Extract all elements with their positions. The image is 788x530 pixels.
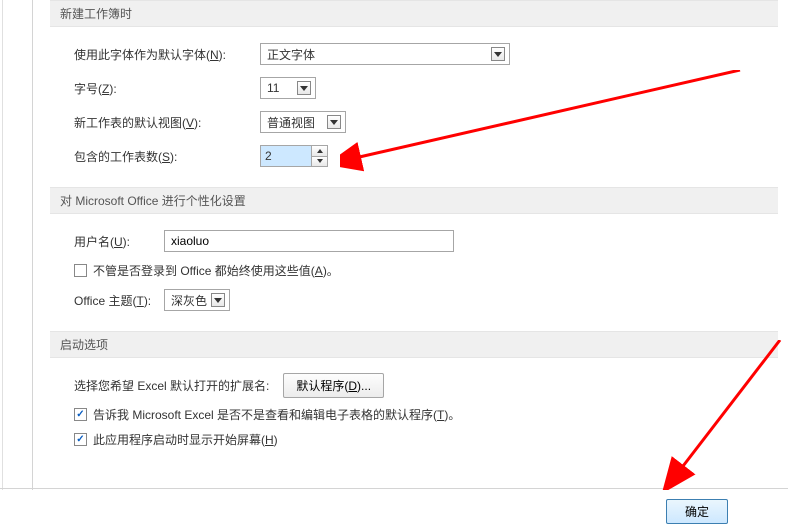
ok-button[interactable]: 确定 bbox=[666, 499, 728, 524]
left-divider bbox=[2, 0, 3, 490]
row-show-start: ✓ 此应用程序启动时显示开始屏幕(H) bbox=[74, 431, 754, 448]
label-show-start: 此应用程序启动时显示开始屏幕(H) bbox=[93, 431, 278, 448]
button-default-programs[interactable]: 默认程序(D)... bbox=[283, 373, 384, 398]
select-default-font[interactable]: 正文字体 bbox=[260, 43, 510, 65]
spinner-sheet-count[interactable]: 2 bbox=[260, 145, 328, 167]
row-default-view: 新工作表的默认视图(V): 普通视图 bbox=[74, 109, 754, 135]
spinner-buttons bbox=[311, 146, 327, 166]
row-default-font: 使用此字体作为默认字体(N): 正文字体 bbox=[74, 41, 754, 67]
spinner-down[interactable] bbox=[312, 157, 327, 167]
checkbox-tell-me[interactable]: ✓ bbox=[74, 408, 87, 421]
label-extensions: 选择您希望 Excel 默认打开的扩展名: bbox=[74, 377, 269, 394]
dropdown-icon bbox=[297, 81, 311, 95]
row-username: 用户名(U): bbox=[74, 228, 754, 254]
dropdown-icon bbox=[327, 115, 341, 129]
section-header-new-workbook: 新建工作簿时 bbox=[50, 0, 778, 27]
select-value: 11 bbox=[267, 81, 279, 95]
section-body-new-workbook: 使用此字体作为默认字体(N): 正文字体 字号(Z): 11 新工作表的默认视图… bbox=[50, 27, 778, 187]
label-always-use: 不管是否登录到 Office 都始终使用这些值(A)。 bbox=[93, 262, 339, 279]
label-theme: Office 主题(T): bbox=[74, 292, 164, 309]
section-header-startup: 启动选项 bbox=[50, 331, 778, 358]
section-body-startup: 选择您希望 Excel 默认打开的扩展名: 默认程序(D)... ✓ 告诉我 M… bbox=[50, 358, 778, 466]
select-theme[interactable]: 深灰色 bbox=[164, 289, 230, 311]
dropdown-icon bbox=[491, 47, 505, 61]
row-font-size: 字号(Z): 11 bbox=[74, 75, 754, 101]
label-default-view: 新工作表的默认视图(V): bbox=[74, 114, 260, 131]
label-username: 用户名(U): bbox=[74, 233, 164, 250]
input-username[interactable] bbox=[164, 230, 454, 252]
section-body-personalize: 用户名(U): 不管是否登录到 Office 都始终使用这些值(A)。 Offi… bbox=[50, 214, 778, 331]
options-panel: 新建工作簿时 使用此字体作为默认字体(N): 正文字体 字号(Z): 11 新工… bbox=[50, 0, 778, 466]
row-extensions: 选择您希望 Excel 默认打开的扩展名: 默认程序(D)... bbox=[74, 372, 754, 398]
checkbox-show-start[interactable]: ✓ bbox=[74, 433, 87, 446]
spinner-value: 2 bbox=[261, 146, 311, 166]
spinner-up[interactable] bbox=[312, 146, 327, 157]
bottom-divider bbox=[0, 488, 788, 489]
label-default-font: 使用此字体作为默认字体(N): bbox=[74, 46, 260, 63]
row-tell-me: ✓ 告诉我 Microsoft Excel 是否不是查看和编辑电子表格的默认程序… bbox=[74, 406, 754, 423]
checkbox-always-use[interactable] bbox=[74, 264, 87, 277]
row-theme: Office 主题(T): 深灰色 bbox=[74, 287, 754, 313]
dropdown-icon bbox=[211, 293, 225, 307]
select-font-size[interactable]: 11 bbox=[260, 77, 316, 99]
label-sheet-count: 包含的工作表数(S): bbox=[74, 148, 260, 165]
select-value: 普通视图 bbox=[267, 114, 315, 131]
select-value: 正文字体 bbox=[267, 46, 315, 63]
label-tell-me: 告诉我 Microsoft Excel 是否不是查看和编辑电子表格的默认程序(T… bbox=[93, 406, 460, 423]
row-always-use: 不管是否登录到 Office 都始终使用这些值(A)。 bbox=[74, 262, 754, 279]
select-default-view[interactable]: 普通视图 bbox=[260, 111, 346, 133]
section-header-personalize: 对 Microsoft Office 进行个性化设置 bbox=[50, 187, 778, 214]
row-sheet-count: 包含的工作表数(S): 2 bbox=[74, 143, 754, 169]
select-value: 深灰色 bbox=[171, 292, 207, 309]
label-font-size: 字号(Z): bbox=[74, 80, 260, 97]
